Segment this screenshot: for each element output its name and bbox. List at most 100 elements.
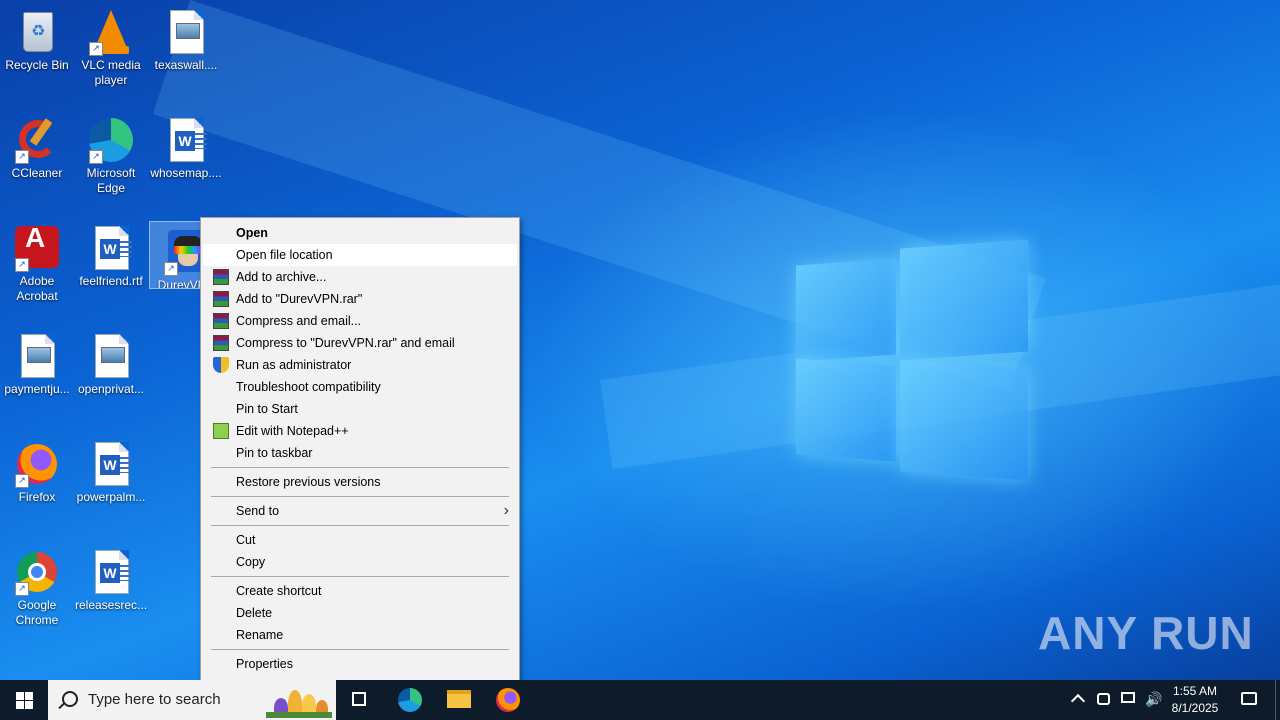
desktop[interactable]: ♻ Recycle Bin ↗ CCleaner A ↗ Adobe Acrob… xyxy=(0,0,1280,680)
taskbar-firefox-button[interactable] xyxy=(484,680,532,720)
menu-item-pin-to-start[interactable]: Pin to Start xyxy=(203,398,517,420)
icon-label: VLC media player xyxy=(81,58,141,87)
tray-volume[interactable]: 🔊 xyxy=(1142,680,1162,720)
menu-item-restore-previous-versions[interactable]: Restore previous versions xyxy=(203,471,517,493)
tray-network[interactable] xyxy=(1118,680,1138,720)
menu-item-compress-and-email[interactable]: Compress and email... xyxy=(203,310,517,332)
icon-label: Microsoft Edge xyxy=(86,166,136,195)
menu-item-run-as-administrator[interactable]: Run as administrator xyxy=(203,354,517,376)
windows-logo-wallpaper xyxy=(796,239,1028,481)
tray-meet-now[interactable] xyxy=(1094,680,1114,720)
taskbar-clock[interactable]: 1:55 AM 8/1/2025 xyxy=(1164,683,1226,717)
uac-shield-icon xyxy=(213,357,229,373)
image-file-icon xyxy=(87,332,135,380)
menu-item-rename[interactable]: Rename xyxy=(203,624,517,646)
network-icon xyxy=(1121,692,1135,703)
menu-item-edit-with-notepadpp[interactable]: Edit with Notepad++ xyxy=(203,420,517,442)
search-placeholder: Type here to search xyxy=(88,691,221,708)
menu-separator xyxy=(211,525,509,526)
image-file-icon xyxy=(13,332,61,380)
menu-item-cut[interactable]: Cut xyxy=(203,529,517,551)
clock-time: 1:55 AM xyxy=(1172,684,1218,698)
desktop-icon-vlc[interactable]: ↗ VLC media player xyxy=(75,2,147,88)
menu-item-create-shortcut[interactable]: Create shortcut xyxy=(203,580,517,602)
desktop-icon-openprivat[interactable]: openprivat... xyxy=(75,326,147,397)
chevron-right-icon: › xyxy=(503,502,509,519)
context-menu: Open Open file location Add to archive..… xyxy=(200,217,520,682)
taskbar-edge-button[interactable] xyxy=(386,680,434,720)
icon-label: CCleaner xyxy=(11,166,63,180)
menu-item-delete[interactable]: Delete xyxy=(203,602,517,624)
action-center-button[interactable] xyxy=(1232,680,1268,720)
winrar-icon xyxy=(213,269,229,285)
windows-start-icon xyxy=(16,692,33,709)
menu-item-pin-to-taskbar[interactable]: Pin to taskbar xyxy=(203,442,517,464)
icon-label: paymentju... xyxy=(4,382,70,396)
winrar-icon xyxy=(213,291,229,307)
winrar-icon xyxy=(213,335,229,351)
menu-item-open[interactable]: Open xyxy=(203,222,517,244)
menu-separator xyxy=(211,649,509,650)
taskbar: Type here to search 🔊 1:55 AM 8/1/2025 xyxy=(0,680,1280,720)
desktop-icon-ccleaner[interactable]: ↗ CCleaner xyxy=(1,110,73,181)
menu-item-send-to[interactable]: Send to › xyxy=(203,500,517,522)
show-hidden-icons-button[interactable] xyxy=(1068,680,1088,720)
menu-item-add-to-archive[interactable]: Add to archive... xyxy=(203,266,517,288)
icon-label: Firefox xyxy=(18,490,56,504)
desktop-icon-microsoft-edge[interactable]: ↗ Microsoft Edge xyxy=(75,110,147,196)
edge-icon: ↗ xyxy=(87,116,135,164)
chevron-up-icon xyxy=(1070,693,1086,709)
taskbar-file-explorer-button[interactable] xyxy=(435,680,483,720)
camera-icon xyxy=(1097,693,1110,705)
menu-separator xyxy=(211,496,509,497)
task-view-icon xyxy=(352,692,366,706)
icon-label: powerpalm... xyxy=(76,490,146,504)
taskbar-search-box[interactable]: Type here to search xyxy=(48,680,336,720)
desktop-icon-releasesrec[interactable]: W releasesrec... xyxy=(75,542,147,613)
ccleaner-icon: ↗ xyxy=(13,116,61,164)
search-icon xyxy=(62,691,78,707)
vlc-cone-icon: ↗ xyxy=(87,8,135,56)
desktop-icon-powerpalm[interactable]: W powerpalm... xyxy=(75,434,147,505)
chrome-icon: ↗ xyxy=(13,548,61,596)
desktop-icon-google-chrome[interactable]: ↗ Google Chrome xyxy=(1,542,73,628)
clock-date: 8/1/2025 xyxy=(1171,701,1219,715)
icon-label: openprivat... xyxy=(77,382,145,396)
menu-item-open-file-location[interactable]: Open file location xyxy=(203,244,517,266)
winrar-icon xyxy=(213,313,229,329)
icon-label: Google Chrome xyxy=(15,598,59,627)
firefox-icon xyxy=(496,688,520,712)
search-highlight-flowers-icon xyxy=(266,684,332,718)
icon-label: texaswall.... xyxy=(154,58,218,72)
desktop-icon-paymentju[interactable]: paymentju... xyxy=(1,326,73,397)
notification-icon xyxy=(1241,692,1257,705)
desktop-icon-texaswall[interactable]: texaswall.... xyxy=(150,2,222,73)
folder-icon xyxy=(447,690,471,708)
word-document-icon: W xyxy=(87,548,135,596)
desktop-icon-whosemap[interactable]: W whosemap.... xyxy=(150,110,222,181)
icon-label: feelfriend.rtf xyxy=(79,274,143,288)
desktop-icon-feelfriend[interactable]: W feelfriend.rtf xyxy=(75,218,147,289)
firefox-icon: ↗ xyxy=(13,440,61,488)
desktop-icon-firefox[interactable]: ↗ Firefox xyxy=(1,434,73,505)
anyrun-watermark: ANY RUN xyxy=(1038,607,1254,659)
menu-item-copy[interactable]: Copy xyxy=(203,551,517,573)
show-desktop-button[interactable] xyxy=(1275,680,1276,720)
icon-label: Recycle Bin xyxy=(5,58,69,72)
menu-item-add-to-rar[interactable]: Add to "DurevVPN.rar" xyxy=(203,288,517,310)
menu-item-troubleshoot-compatibility[interactable]: Troubleshoot compatibility xyxy=(203,376,517,398)
desktop-icon-recycle-bin[interactable]: ♻ Recycle Bin xyxy=(1,2,73,73)
adobe-acrobat-icon: A ↗ xyxy=(13,224,61,272)
icon-label: releasesrec... xyxy=(75,598,148,612)
image-file-icon xyxy=(162,8,210,56)
menu-item-properties[interactable]: Properties xyxy=(203,653,517,675)
notepadpp-icon xyxy=(213,423,229,439)
icon-label: whosemap.... xyxy=(150,166,222,180)
desktop-icon-adobe-acrobat[interactable]: A ↗ Adobe Acrobat xyxy=(1,218,73,304)
recycle-bin-icon: ♻ xyxy=(13,8,61,56)
edge-icon xyxy=(398,688,422,712)
start-button[interactable] xyxy=(0,680,48,720)
task-view-button[interactable] xyxy=(336,680,384,720)
menu-item-compress-to-rar-and-email[interactable]: Compress to "DurevVPN.rar" and email xyxy=(203,332,517,354)
speaker-icon: 🔊 xyxy=(1145,691,1163,707)
